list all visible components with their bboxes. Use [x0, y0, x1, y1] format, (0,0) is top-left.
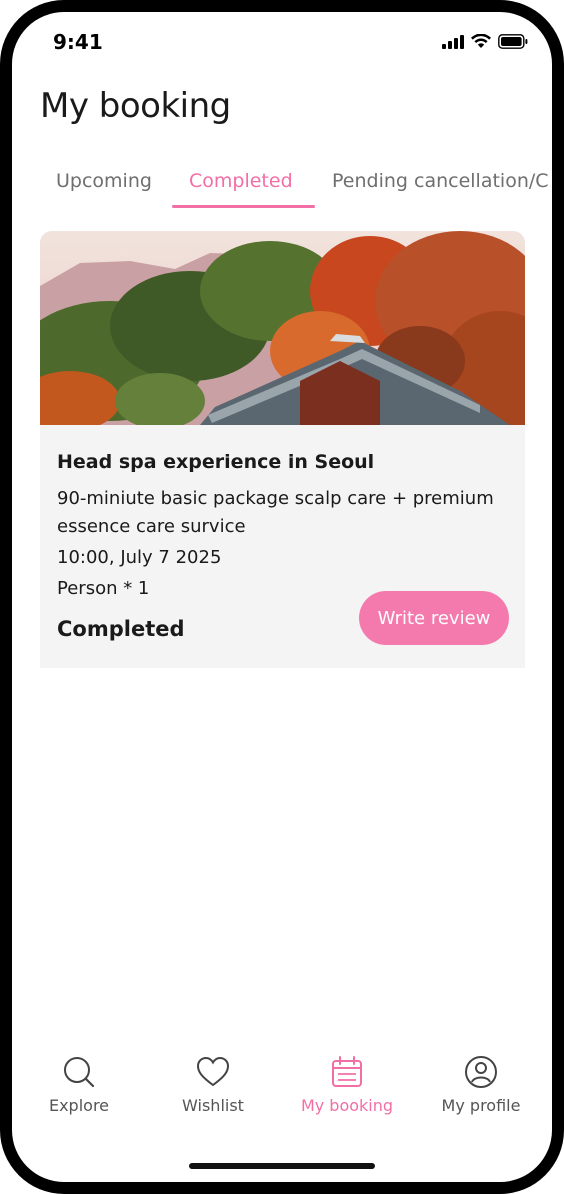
- phone-frame: 9:41 My booking Upcoming Completed Pendi…: [0, 0, 564, 1194]
- booking-tabs: Upcoming Completed Pending cancellation/…: [12, 166, 552, 210]
- nav-my-booking[interactable]: My booking: [280, 1052, 414, 1115]
- home-indicator[interactable]: [189, 1163, 375, 1169]
- battery-icon: [498, 34, 528, 49]
- calendar-icon: [280, 1052, 414, 1092]
- tab-upcoming[interactable]: Upcoming: [56, 166, 152, 210]
- status-icons: [442, 34, 528, 49]
- booking-image: [40, 231, 525, 425]
- booking-description: 90-miniute basic package scalp care + pr…: [57, 488, 494, 537]
- tab-completed[interactable]: Completed: [189, 166, 293, 210]
- heart-icon: [146, 1052, 280, 1092]
- nav-explore-label: Explore: [48, 1096, 110, 1115]
- tab-pending-cancellation[interactable]: Pending cancellation/C: [332, 166, 549, 210]
- wifi-icon: [471, 34, 491, 49]
- page-title: My booking: [40, 86, 231, 126]
- booking-details: Head spa experience in Seoul 90-miniute …: [57, 451, 512, 604]
- cellular-signal-icon: [442, 34, 464, 49]
- nav-my-profile-label: My profile: [441, 1096, 521, 1115]
- screen: 9:41 My booking Upcoming Completed Pendi…: [12, 12, 552, 1182]
- nav-wishlist[interactable]: Wishlist: [146, 1052, 280, 1115]
- nav-explore[interactable]: Explore: [12, 1052, 146, 1115]
- nav-my-booking-label: My booking: [300, 1096, 394, 1115]
- write-review-button[interactable]: Write review: [359, 591, 509, 645]
- status-time: 9:41: [53, 30, 103, 54]
- booking-datetime: 10:00, July 7 2025: [57, 547, 222, 568]
- bottom-navigation: Explore Wishlist My booking My profile: [12, 1052, 552, 1132]
- nav-wishlist-label: Wishlist: [182, 1096, 244, 1115]
- booking-card[interactable]: Head spa experience in Seoul 90-miniute …: [40, 231, 525, 668]
- booking-title: Head spa experience in Seoul: [57, 451, 375, 473]
- active-tab-indicator: [172, 205, 315, 208]
- nav-my-profile[interactable]: My profile: [414, 1052, 548, 1115]
- search-icon: [12, 1052, 146, 1092]
- booking-status: Completed: [57, 617, 185, 641]
- user-circle-icon: [414, 1052, 548, 1092]
